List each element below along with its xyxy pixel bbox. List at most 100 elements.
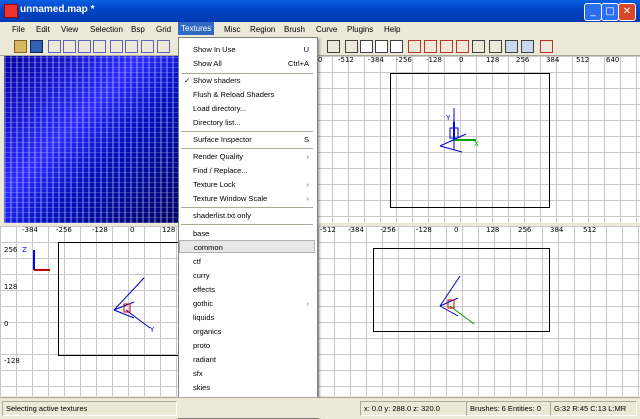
menu-item-label: ctf: [193, 257, 201, 266]
menu-item-label: sfx: [193, 369, 203, 378]
patch-icon[interactable]: [489, 40, 502, 53]
menu-item-dir-radiant[interactable]: radiant: [179, 353, 315, 366]
top-viewport[interactable]: 0 -512 -384 -256 -128 0 128 256 384 512 …: [316, 56, 640, 223]
front-camera-gizmo: [439, 275, 475, 325]
drag-edge-icon[interactable]: [505, 40, 518, 53]
menu-item-label: curry: [193, 271, 210, 280]
menu-brush[interactable]: Brush: [281, 24, 308, 35]
menu-item-dir-proto[interactable]: proto: [179, 339, 315, 352]
menu-item-texture-window-scale[interactable]: Texture Window Scale ›: [179, 192, 315, 205]
menu-item-dir-effects[interactable]: effects: [179, 283, 315, 296]
front-viewport[interactable]: -512 -384 -256 -128 0 128 256 384 512: [318, 226, 640, 396]
rotate-icon[interactable]: [440, 40, 453, 53]
menu-file[interactable]: File: [9, 24, 28, 35]
menu-item-dir-liquids[interactable]: liquids: [179, 311, 315, 324]
menu-item-show-all[interactable]: Show All Ctrl+A: [179, 57, 315, 70]
menu-item-dir-skies[interactable]: skies: [179, 381, 315, 394]
menu-item-label: Texture Window Scale: [193, 194, 268, 203]
status-brushes: Brushes: 6 Entities: 0: [466, 401, 551, 416]
camera-icon[interactable]: [327, 40, 340, 53]
menu-item-show-in-use[interactable]: Show In Use U: [179, 43, 315, 56]
menu-selection[interactable]: Selection: [87, 24, 126, 35]
menu-item-shaderlist-only[interactable]: shaderlist.txt only: [179, 209, 315, 222]
menu-textures[interactable]: Textures: [178, 22, 215, 35]
drag-vertex-icon[interactable]: [521, 40, 534, 53]
menu-item-label: effects: [193, 285, 215, 294]
menu-grid[interactable]: Grid: [153, 24, 174, 35]
menu-item-label: gothic: [193, 299, 214, 308]
menu-item-dir-sfx[interactable]: sfx: [179, 367, 315, 380]
menu-item-label: Show All: [193, 59, 222, 68]
menu-item-label: Directory list...: [193, 118, 241, 127]
rotate-z-icon[interactable]: [125, 40, 138, 53]
menu-item-label: Surface Inspector: [193, 135, 252, 144]
app-icon: [4, 4, 18, 18]
rotate-x-icon[interactable]: [63, 40, 76, 53]
menu-item-flush-reload[interactable]: Flush & Reload Shaders: [179, 88, 315, 101]
shortcut-label: Ctrl+A: [287, 59, 309, 68]
menu-item-dir-curry[interactable]: curry: [179, 269, 315, 282]
flip-x-icon[interactable]: [48, 40, 61, 53]
shortcut-label: U: [303, 45, 309, 54]
view-y-icon[interactable]: [375, 40, 388, 53]
toolbar: [0, 37, 640, 56]
hollow-icon[interactable]: [157, 40, 170, 53]
menu-item-label: common: [194, 243, 223, 252]
menu-item-label: Find / Replace...: [193, 166, 248, 175]
axis-y-label: Y: [150, 326, 155, 334]
clipper-icon[interactable]: [408, 40, 421, 53]
menu-misc[interactable]: Misc: [221, 24, 243, 35]
close-button[interactable]: ✕: [618, 3, 636, 21]
menu-separator: [181, 224, 313, 225]
menu-item-dir-organics[interactable]: organics: [179, 325, 315, 338]
camera-viewport[interactable]: [4, 56, 180, 223]
save-icon[interactable]: [30, 40, 43, 53]
menu-item-texture-lock[interactable]: Texture Lock ›: [179, 178, 315, 191]
submenu-arrow-icon: ›: [306, 180, 310, 189]
menu-item-dir-base[interactable]: base: [179, 227, 315, 240]
select-icon[interactable]: [345, 40, 358, 53]
flip-z-icon[interactable]: [110, 40, 123, 53]
menu-view[interactable]: View: [58, 24, 81, 35]
rotate-y-icon[interactable]: [93, 40, 106, 53]
minimize-button[interactable]: _: [584, 3, 602, 21]
status-grid: G:32 R:45 C:13 L:MR: [550, 401, 637, 416]
shortcut-label: S: [303, 135, 309, 144]
menu-edit[interactable]: Edit: [33, 24, 53, 35]
view-z-icon[interactable]: [390, 40, 403, 53]
axis-x-label: X: [474, 140, 479, 148]
menu-item-dir-gothic[interactable]: gothic ›: [179, 297, 315, 310]
menu-item-surface-inspector[interactable]: Surface Inspector S: [179, 133, 315, 146]
menu-plugins[interactable]: Plugins: [344, 24, 376, 35]
split-icon[interactable]: [424, 40, 437, 53]
menu-item-label: proto: [193, 341, 211, 350]
menu-curve[interactable]: Curve: [313, 24, 340, 35]
menu-separator: [181, 131, 313, 132]
view-x-icon[interactable]: [360, 40, 373, 53]
submenu-arrow-icon: ›: [306, 152, 310, 161]
open-icon[interactable]: [14, 40, 27, 53]
entity-icon[interactable]: [472, 40, 485, 53]
menu-region[interactable]: Region: [247, 24, 278, 35]
menu-separator: [181, 207, 313, 208]
menu-item-label: Load directory...: [193, 104, 247, 113]
menu-item-directory-list[interactable]: Directory list...: [179, 116, 315, 129]
menu-item-dir-ctf[interactable]: ctf: [179, 255, 315, 268]
menu-item-find-replace[interactable]: Find / Replace...: [179, 164, 315, 177]
flip-y-icon[interactable]: [78, 40, 91, 53]
status-coords: x: 0.0 y: 288.0 z: 320.0: [360, 401, 467, 416]
menu-item-load-directory[interactable]: Load directory...: [179, 102, 315, 115]
texture-lock-icon[interactable]: [456, 40, 469, 53]
maximize-button[interactable]: □: [601, 3, 619, 21]
menu-help[interactable]: Help: [381, 24, 403, 35]
menu-item-dir-common[interactable]: common: [179, 240, 315, 253]
menu-item-label: Show In Use: [193, 45, 236, 54]
menu-item-label: radiant: [193, 355, 216, 364]
plugin-icon[interactable]: [540, 40, 553, 53]
menu-item-label: liquids: [193, 313, 215, 322]
menu-item-render-quality[interactable]: Render Quality ›: [179, 150, 315, 163]
menu-item-label: Flush & Reload Shaders: [193, 90, 275, 99]
menu-bsp[interactable]: Bsp: [128, 24, 148, 35]
menu-item-show-shaders[interactable]: ✓ Show shaders: [179, 74, 315, 87]
csg-icon[interactable]: [141, 40, 154, 53]
